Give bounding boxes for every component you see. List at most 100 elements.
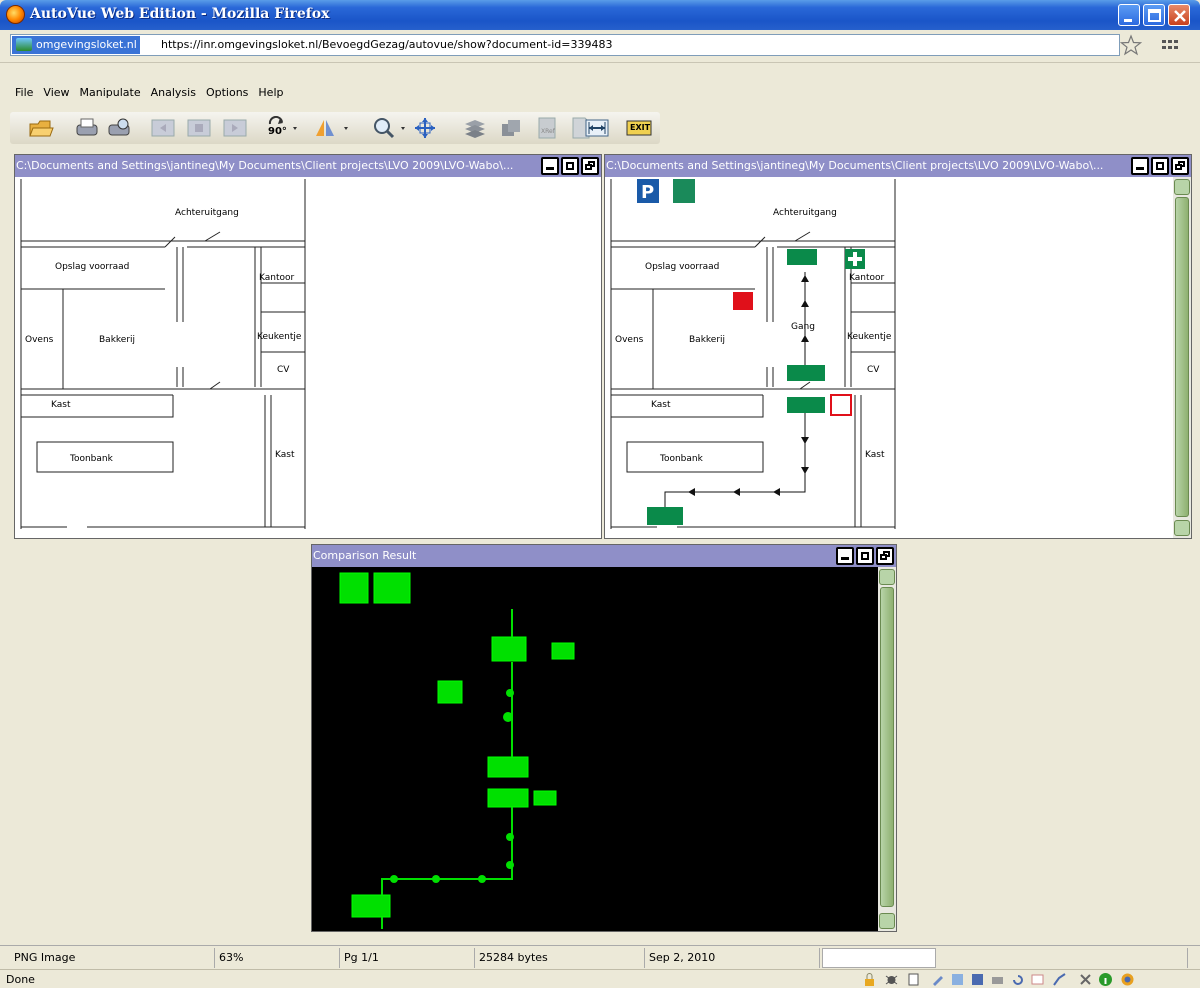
layers-icon[interactable] [462,116,488,140]
addon-icon[interactable] [1120,972,1135,987]
menu-analysis[interactable]: Analysis [146,78,201,108]
comparison-scrollbar[interactable] [878,567,896,931]
graph-icon[interactable] [1052,972,1067,987]
firefox-window: AutoVue Web Edition - Mozilla Firefox om… [0,0,1200,988]
window-icon[interactable] [1030,972,1045,987]
url-field[interactable]: omgevingsloket.nl https://inr.omgevingsl… [10,34,1120,56]
r-label-kantoor: Kantoor [849,273,885,283]
comparison-minimize-button[interactable] [836,547,854,565]
site-identity-button[interactable]: omgevingsloket.nl [12,36,140,54]
status-file-size: 25284 bytes [475,948,645,968]
r-label-ovens: Ovens [615,335,644,345]
right-panel-scrollbar[interactable] [1173,177,1191,538]
toolbar: 90° XRef EXIT [0,110,1200,146]
scroll-thumb[interactable] [1175,197,1189,517]
pencil-icon[interactable] [930,972,945,987]
label-opslag: Opslag voorraad [55,262,129,272]
comparison-scroll-thumb[interactable] [880,587,894,907]
status-file-type: PNG Image [10,948,215,968]
label-kantoor: Kantoor [259,273,295,283]
status-page: Pg 1/1 [340,948,475,968]
right-minimize-button[interactable] [1131,157,1149,175]
comparison-panel-header: Comparison Result [312,545,896,567]
escape-sign-1-icon [787,365,825,381]
comparison-restore-button[interactable] [876,547,894,565]
status-date: Sep 2, 2010 [645,948,820,968]
label-kast-2: Kast [275,450,295,460]
r-label-kast-1: Kast [651,400,671,410]
measure-icon[interactable] [584,116,610,140]
comparison-panel-controls [834,547,894,565]
r-label-kast-2: Kast [865,450,885,460]
page-info-icon[interactable] [906,972,921,987]
left-minimize-button[interactable] [541,157,559,175]
right-panel-header: C:\Documents and Settings\jantineg\My Do… [605,155,1191,177]
prev-page-icon[interactable] [150,116,176,140]
rotate-button[interactable]: 90° [266,115,300,140]
left-maximize-button[interactable] [561,157,579,175]
info-icon[interactable] [1098,972,1113,987]
menu-view[interactable]: View [38,78,74,108]
right-panel-controls [1129,157,1189,175]
refresh-icon[interactable] [1010,972,1025,987]
open-icon[interactable] [28,116,54,140]
comparison-scroll-up-button[interactable] [879,569,895,585]
print-preview-icon[interactable] [106,116,132,140]
scroll-down-button[interactable] [1174,520,1190,536]
zoom-icon[interactable] [370,116,410,140]
comparison-panel[interactable]: Comparison Result [311,544,897,932]
left-restore-button[interactable] [581,157,599,175]
r-label-toonbank: Toonbank [659,454,704,464]
blocks-icon[interactable] [498,116,524,140]
label-achteruitgang: Achteruitgang [175,208,239,218]
fire-extinguisher-icon [733,292,753,310]
label-bakkerij: Bakkerij [99,335,135,345]
r-label-opslag: Opslag voorraad [645,262,719,272]
tools-icon[interactable] [1078,972,1093,987]
print-status-icon[interactable] [990,972,1005,987]
close-button[interactable] [1168,4,1190,26]
comparison-scroll-down-button[interactable] [879,913,895,929]
browser-status-text: Done [6,973,35,986]
print-icon[interactable] [74,116,100,140]
left-panel-controls [539,157,599,175]
comparison-diff-image [339,572,575,929]
menu-file[interactable]: File [10,78,38,108]
next-page-icon[interactable] [222,116,248,140]
xref-icon[interactable]: XRef [534,116,560,140]
bug-icon[interactable] [884,972,899,987]
r-label-keukentje: Keukentje [847,332,892,342]
right-maximize-button[interactable] [1151,157,1169,175]
scroll-up-button[interactable] [1174,179,1190,195]
left-drawing-panel[interactable]: C:\Documents and Settings\jantineg\My Do… [14,154,602,539]
status-zoom: 63% [215,948,340,968]
menu-bar: File View Manipulate Analysis Options Help [0,78,1200,108]
minimize-button[interactable] [1118,4,1140,26]
mirror-icon[interactable] [312,116,352,140]
exit-button[interactable]: EXIT [626,116,652,140]
window-title: AutoVue Web Edition - Mozilla Firefox [30,6,330,22]
status-input-field[interactable] [822,948,936,968]
menu-options[interactable]: Options [201,78,253,108]
address-bar: omgevingsloket.nl https://inr.omgevingsl… [0,30,1200,63]
rotate-label: 90° [268,126,287,137]
grid-icon[interactable] [1160,38,1182,52]
web-icon[interactable] [950,972,965,987]
r-label-bakkerij: Bakkerij [689,335,725,345]
maximize-button[interactable] [1143,4,1165,26]
lock-icon[interactable] [862,972,877,987]
browser-status-bar: Done [0,969,1200,988]
escape-sign-2-icon [787,397,825,413]
label-cv: CV [277,365,290,375]
menu-help[interactable]: Help [253,78,288,108]
right-drawing-panel[interactable]: C:\Documents and Settings\jantineg\My Do… [604,154,1192,539]
comparison-maximize-button[interactable] [856,547,874,565]
pan-icon[interactable] [412,116,438,140]
page-icon[interactable] [186,116,212,140]
document-status-bar: PNG Image 63% Pg 1/1 25284 bytes Sep 2, … [0,945,1200,969]
bookmark-star-icon[interactable] [1120,34,1142,56]
site-icon [16,38,32,51]
right-restore-button[interactable] [1171,157,1189,175]
menu-manipulate[interactable]: Manipulate [75,78,146,108]
save-icon[interactable] [970,972,985,987]
